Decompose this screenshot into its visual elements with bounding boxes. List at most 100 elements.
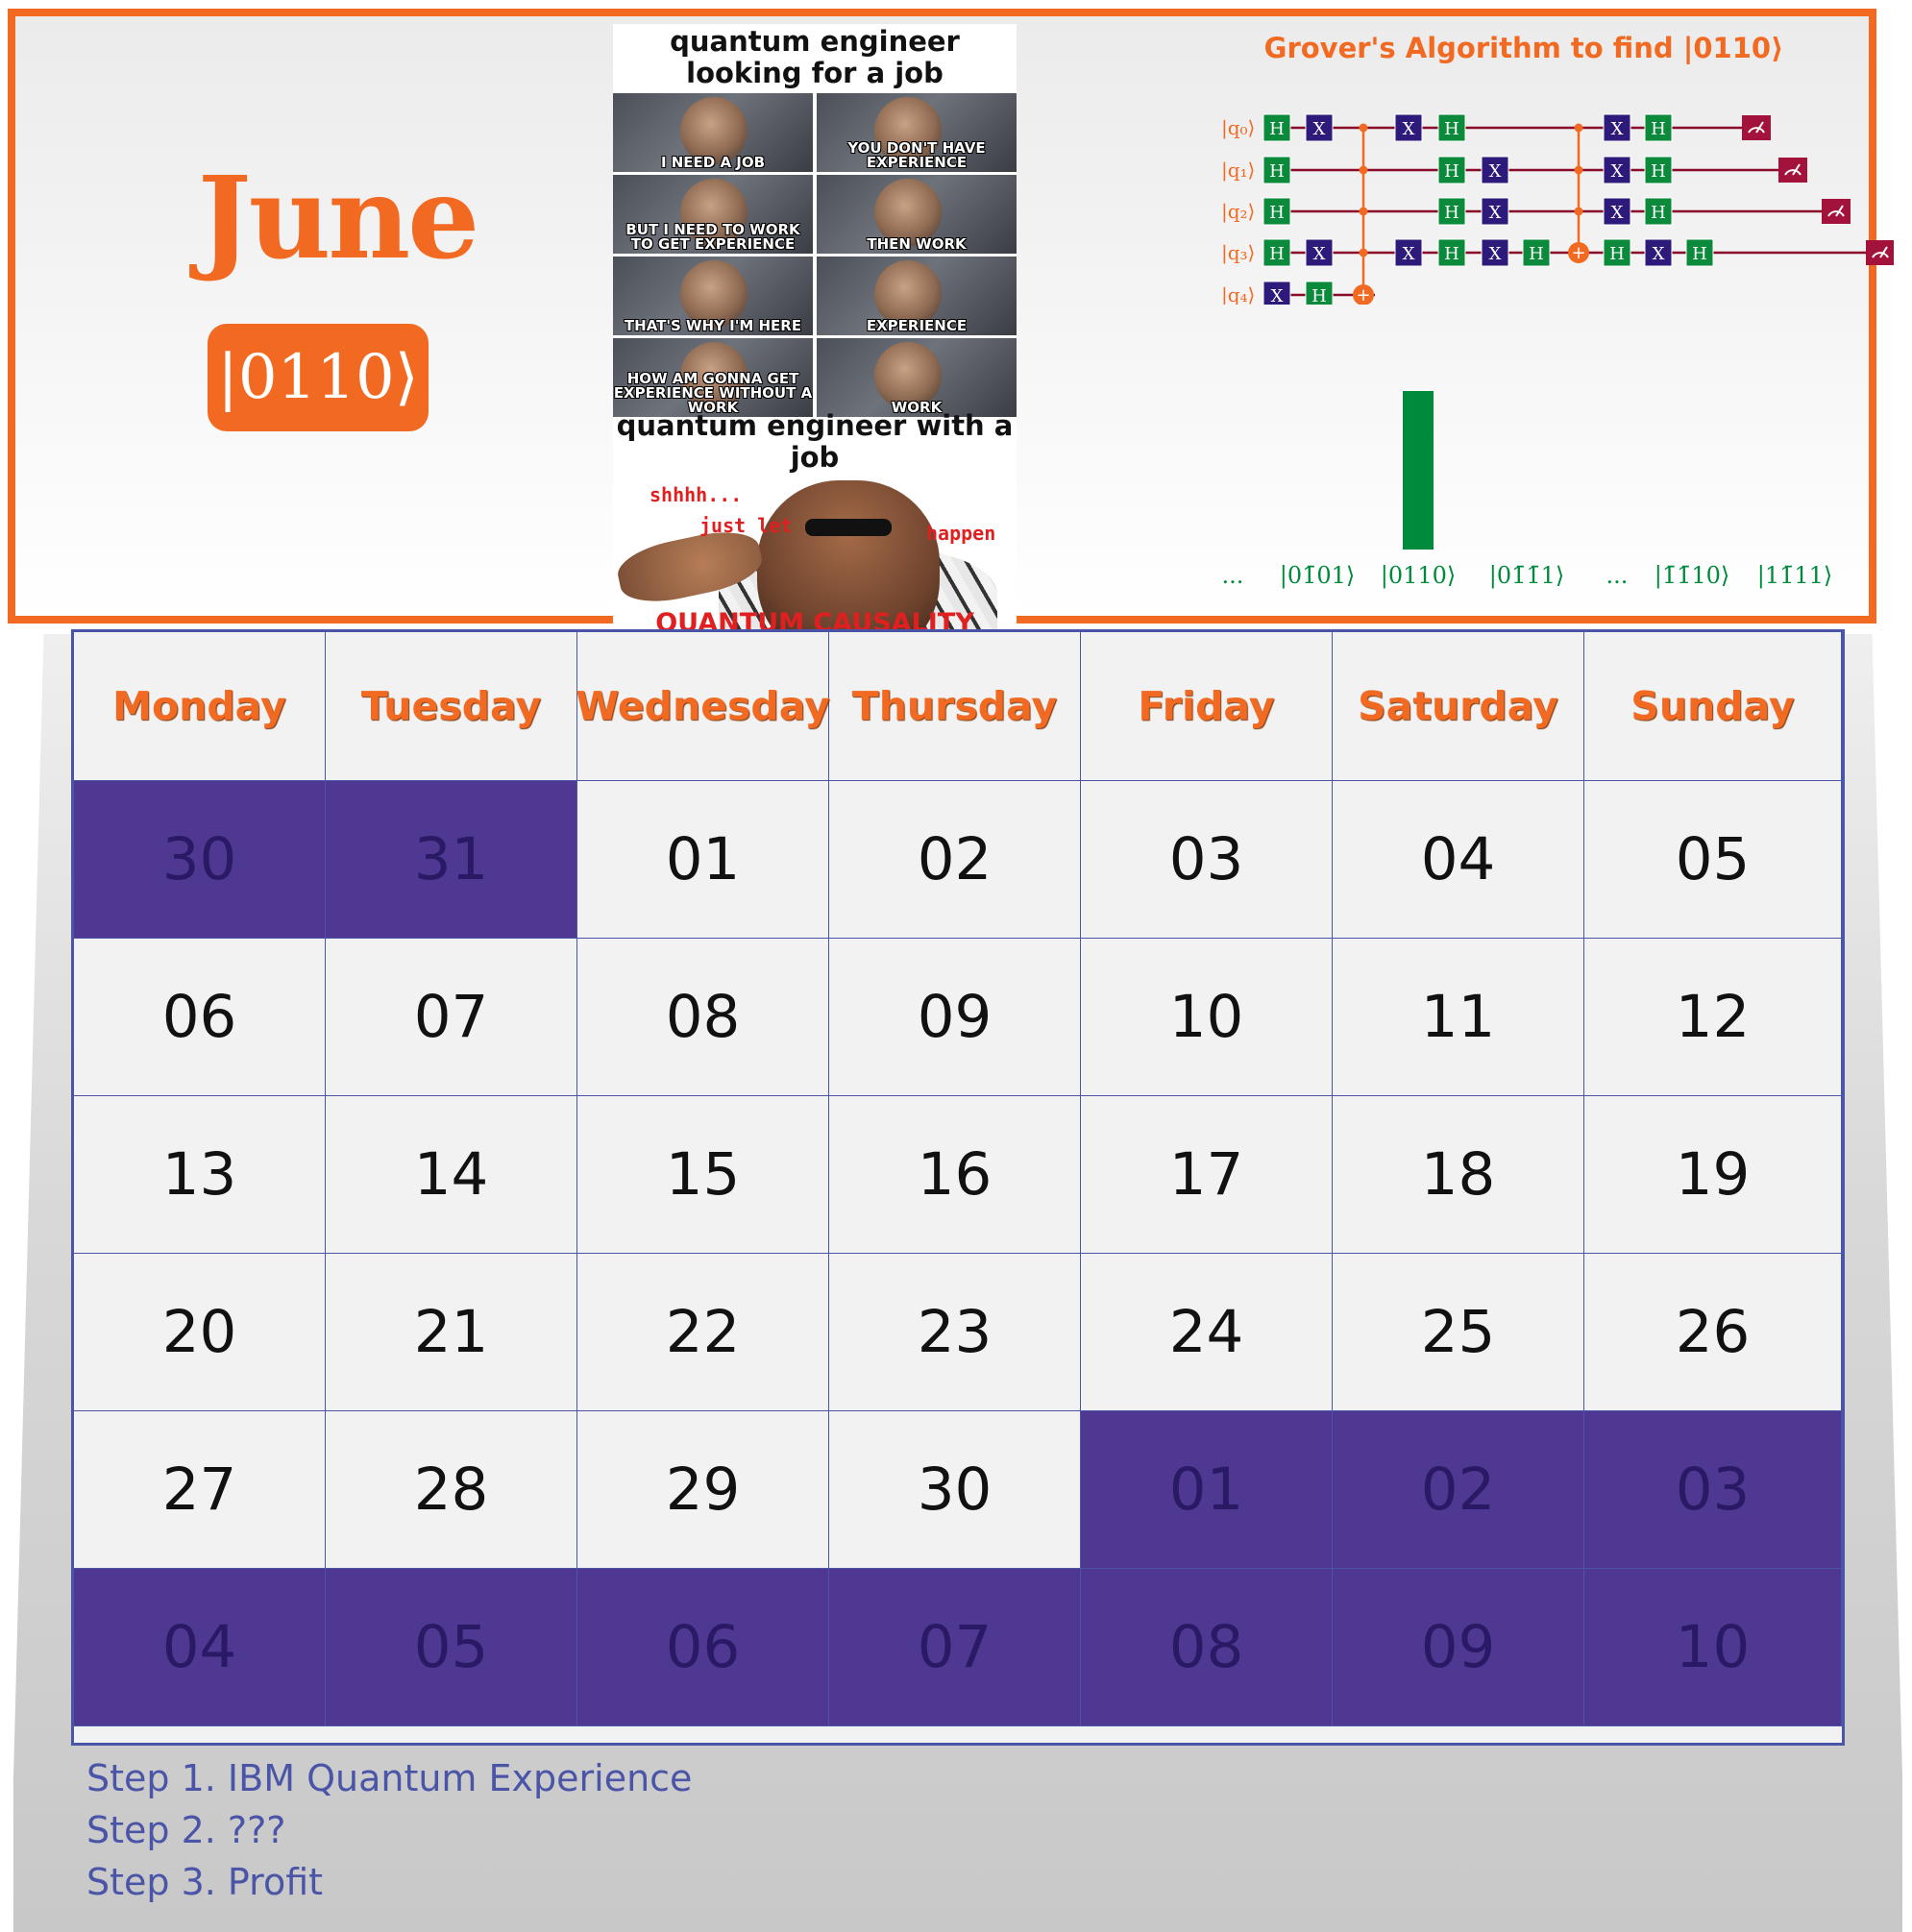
grover-histogram: ... |01̄01⟩ |0110⟩ |01̄1̄1⟩... |1̄1̄10⟩ |11̄1… <box>1222 391 1832 590</box>
day-cell[interactable]: 04 <box>1333 781 1584 939</box>
day-cell[interactable]: 19 <box>1584 1096 1842 1254</box>
day-cell[interactable]: 26 <box>1584 1254 1842 1411</box>
qubit-label: |q₀⟩ <box>1221 116 1255 140</box>
weekday-header: Sunday <box>1584 632 1842 781</box>
day-cell[interactable]: 20 <box>74 1254 326 1411</box>
day-cell-other-month[interactable]: 05 <box>326 1569 577 1726</box>
qubit-label: |q₄⟩ <box>1221 283 1255 305</box>
day-cell[interactable]: 10 <box>1081 939 1333 1096</box>
histogram-bar <box>1403 391 1434 550</box>
meme-whisper-3: happen <box>926 522 996 545</box>
day-cell[interactable]: 30 <box>829 1411 1081 1569</box>
day-cell[interactable]: 25 <box>1333 1254 1584 1411</box>
gate-label: H <box>1311 286 1327 305</box>
qubit-label: |q₂⟩ <box>1221 200 1255 224</box>
gate-label: X <box>1313 119 1326 139</box>
gate-label: X <box>1653 244 1665 264</box>
gate-label: H <box>1444 161 1459 182</box>
day-cell-other-month[interactable]: 31 <box>326 781 577 939</box>
gate-label: X <box>1611 119 1624 139</box>
day-cell[interactable]: 01 <box>577 781 829 939</box>
day-cell-other-month[interactable]: 04 <box>74 1569 326 1726</box>
day-cell[interactable]: 03 <box>1081 781 1333 939</box>
day-cell-other-month[interactable]: 06 <box>577 1569 829 1726</box>
histogram-label: ... <box>1606 562 1629 589</box>
day-cell[interactable]: 16 <box>829 1096 1081 1254</box>
day-cell-other-month[interactable]: 09 <box>1333 1569 1584 1726</box>
day-cell[interactable]: 29 <box>577 1411 829 1569</box>
control-dot <box>1359 165 1368 175</box>
day-cell[interactable]: 22 <box>577 1254 829 1411</box>
plus-icon: + <box>1356 285 1370 305</box>
gate-label: H <box>1444 244 1459 264</box>
meme-whisper-2: just let <box>699 514 793 537</box>
control-dot <box>1574 207 1583 216</box>
gate-label: X <box>1403 244 1415 264</box>
gate-label: H <box>1444 203 1459 223</box>
day-cell[interactable]: 05 <box>1584 781 1842 939</box>
meme-panel-text: BUT I NEED TO WORK TO GET EXPERIENCE <box>625 221 800 253</box>
gate-label: H <box>1651 161 1666 182</box>
gate-label: X <box>1611 161 1624 182</box>
day-cell[interactable]: 08 <box>577 939 829 1096</box>
month-title: June <box>197 151 480 284</box>
meme-panel: BUT I NEED TO WORK TO GET EXPERIENCE <box>613 175 813 254</box>
histogram-label: |0110⟩ <box>1381 562 1457 590</box>
day-cell-other-month[interactable]: 07 <box>829 1569 1081 1726</box>
day-cell[interactable]: 18 <box>1333 1096 1584 1254</box>
plus-icon: + <box>1571 243 1585 263</box>
day-cell[interactable]: 14 <box>326 1096 577 1254</box>
day-cell[interactable]: 09 <box>829 939 1081 1096</box>
day-cell-other-month[interactable]: 08 <box>1081 1569 1333 1726</box>
day-cell[interactable]: 11 <box>1333 939 1584 1096</box>
step-1: Step 1. IBM Quantum Experience <box>86 1757 693 1799</box>
gate-label: X <box>1611 203 1624 223</box>
meme-image: quantum engineer looking for a job I NEE… <box>613 24 1017 631</box>
day-cell[interactable]: 13 <box>74 1096 326 1254</box>
day-cell[interactable]: 28 <box>326 1411 577 1569</box>
grover-circuit: |q₀⟩ |q₁⟩ |q₂⟩ |q₃⟩ |q₄⟩ + + H X X H X H H H X X H H H X X H H X… <box>1221 113 1894 305</box>
gate-label: X <box>1313 244 1326 264</box>
meme-panel-text: YOU DON'T HAVE EXPERIENCE <box>847 139 986 171</box>
gate-label: H <box>1269 203 1285 223</box>
meme-panel-text: I NEED A JOB <box>660 154 766 171</box>
meme-panel: EXPERIENCE <box>817 257 1017 335</box>
weekday-header: Saturday <box>1333 632 1584 781</box>
day-cell[interactable]: 02 <box>829 781 1081 939</box>
day-cell[interactable]: 06 <box>74 939 326 1096</box>
day-cell[interactable]: 17 <box>1081 1096 1333 1254</box>
day-cell-other-month[interactable]: 01 <box>1081 1411 1333 1569</box>
gate-label: X <box>1489 161 1502 182</box>
meme-panel: WORK <box>817 338 1017 417</box>
day-cell[interactable]: 12 <box>1584 939 1842 1096</box>
day-cell[interactable]: 07 <box>326 939 577 1096</box>
control-dot <box>1359 248 1368 257</box>
day-cell-other-month[interactable]: 03 <box>1584 1411 1842 1569</box>
meme-panel: YOU DON'T HAVE EXPERIENCE <box>817 93 1017 172</box>
meme-panel: HOW AM GONNA GET EXPERIENCE WITHOUT A WO… <box>613 338 813 417</box>
meme-panel-text: THEN WORK <box>867 235 967 253</box>
day-cell[interactable]: 21 <box>326 1254 577 1411</box>
weekday-header: Friday <box>1081 632 1333 781</box>
calendar-header: June |0110⟩ quantum engineer looking for… <box>8 9 1894 631</box>
day-cell-other-month[interactable]: 02 <box>1333 1411 1584 1569</box>
gate-label: H <box>1269 119 1285 139</box>
qubit-label: |q₁⟩ <box>1221 159 1255 183</box>
day-cell[interactable]: 23 <box>829 1254 1081 1411</box>
histogram-label: |01̄01⟩ <box>1280 562 1356 590</box>
day-cell[interactable]: 15 <box>577 1096 829 1254</box>
qubit-label: |q₃⟩ <box>1221 241 1255 265</box>
day-cell[interactable]: 27 <box>74 1411 326 1569</box>
meme-panel: THAT'S WHY I'M HERE <box>613 257 813 335</box>
gate-label: X <box>1271 286 1284 305</box>
histogram-label: |01̄1̄1⟩ <box>1489 562 1565 590</box>
day-cell[interactable]: 24 <box>1081 1254 1333 1411</box>
calendar-grid: Monday Tuesday Wednesday Thursday Friday Satu… <box>71 629 1845 1746</box>
day-cell-other-month[interactable]: 30 <box>74 781 326 939</box>
day-cell-other-month[interactable]: 10 <box>1584 1569 1842 1726</box>
gate-label: X <box>1489 203 1502 223</box>
gate-label: H <box>1692 244 1707 264</box>
meme-top-caption: quantum engineer looking for a job <box>670 25 960 89</box>
ket-badge: |0110⟩ <box>208 324 429 431</box>
meme-panel: I NEED A JOB <box>613 93 813 172</box>
